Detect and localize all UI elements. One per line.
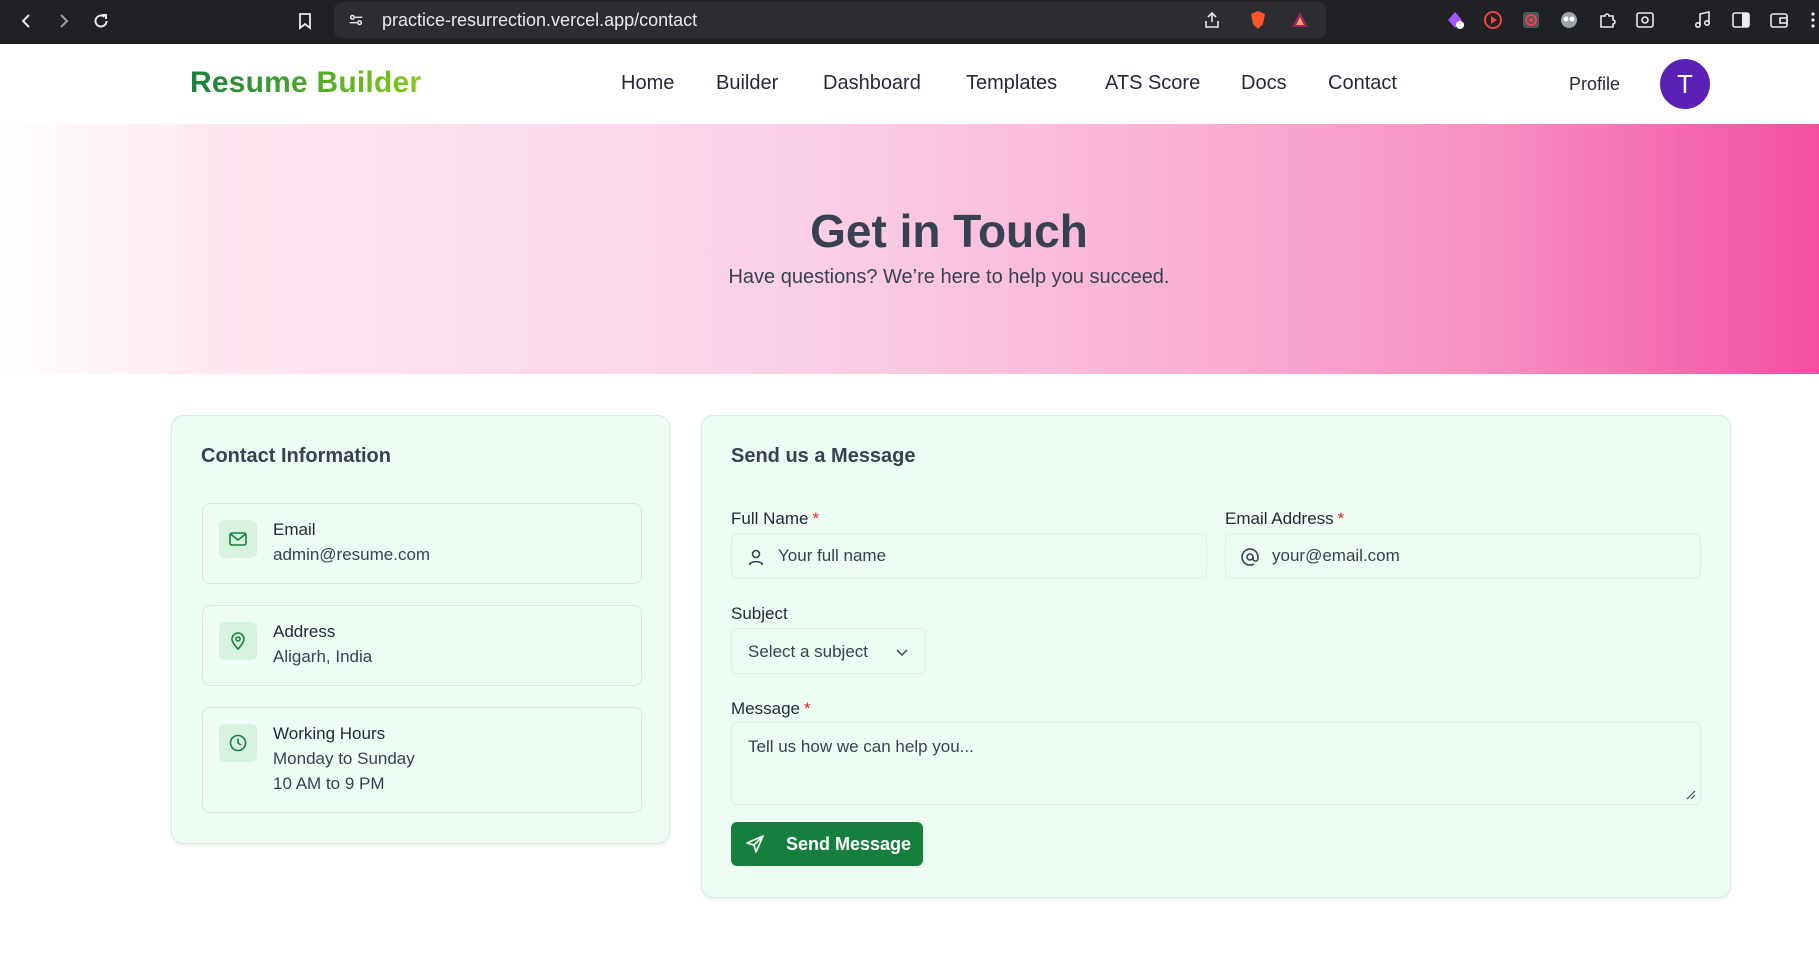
address-value: Aligarh, India (273, 647, 373, 666)
at-sign-icon (1241, 548, 1259, 566)
extension-play-icon[interactable] (1482, 9, 1504, 31)
required-marker: * (803, 699, 811, 718)
url-text[interactable]: practice-resurrection.vercel.app/contact (382, 10, 697, 31)
extensions-puzzle-icon[interactable] (1596, 9, 1618, 31)
wallet-icon[interactable] (1768, 9, 1790, 31)
mail-icon (219, 520, 257, 558)
hours-time: 10 AM to 9 PM (273, 774, 385, 793)
email-placeholder: your@email.com (1272, 546, 1400, 565)
contact-hours-item: Working Hours Monday to Sunday 10 AM to … (202, 707, 642, 813)
contact-info-card: Contact Information Email admin@resume.c… (171, 415, 670, 844)
message-label-text: Message (731, 699, 800, 718)
brave-shield-icon[interactable] (1248, 10, 1268, 30)
profile-link[interactable]: Profile (1569, 74, 1620, 95)
reload-icon (94, 14, 108, 28)
nav-docs[interactable]: Docs (1241, 72, 1287, 95)
contact-email-item: Email admin@resume.com (202, 503, 642, 584)
site-settings-icon[interactable] (346, 10, 366, 30)
clock-icon (219, 724, 257, 762)
media-music-icon[interactable] (1692, 9, 1714, 31)
user-icon (748, 549, 764, 566)
message-form-card: Send us a Message Full Name * Your full n… (701, 415, 1731, 898)
message-placeholder: Tell us how we can help you... (748, 737, 974, 756)
site-logo[interactable]: Resume Builder (190, 66, 421, 100)
address-bar[interactable]: practice-resurrection.vercel.app/contact (334, 2, 1326, 38)
hours-days: Monday to Sunday (273, 749, 415, 768)
screenshot-search-icon[interactable] (1634, 9, 1656, 31)
full-name-label-text: Full Name (731, 509, 809, 528)
email-label: Email (273, 520, 316, 539)
send-icon (746, 835, 764, 853)
bookmark-button[interactable] (290, 6, 320, 36)
brave-rewards-icon[interactable] (1290, 10, 1310, 30)
required-marker: * (1337, 509, 1345, 528)
send-message-button[interactable]: Send Message (731, 822, 923, 866)
address-label: Address (273, 622, 336, 641)
nav-ats-score[interactable]: ATS Score (1105, 72, 1200, 95)
email-value: admin@resume.com (273, 545, 431, 564)
extension-target-icon[interactable] (1520, 9, 1542, 31)
message-textarea[interactable]: Tell us how we can help you... (731, 722, 1701, 805)
email-address-label-text: Email Address (1225, 509, 1334, 528)
browser-toolbar: practice-resurrection.vercel.app/contact (0, 0, 1819, 44)
contact-info-title: Contact Information (201, 445, 391, 467)
email-address-label: Email Address * (1225, 509, 1344, 529)
required-marker: * (812, 509, 820, 528)
chevron-right-icon (60, 14, 69, 28)
chevron-down-icon (896, 649, 908, 657)
contact-address-item: Address Aligarh, India (202, 605, 642, 686)
forward-button[interactable] (48, 6, 78, 36)
map-pin-icon (219, 622, 257, 660)
full-name-label: Full Name * (731, 509, 819, 529)
page-subtitle: Have questions? We’re here to help you s… (728, 266, 1170, 288)
nav-home[interactable]: Home (621, 72, 674, 95)
subject-select[interactable]: Select a subject (731, 628, 926, 674)
full-name-placeholder: Your full name (778, 546, 887, 565)
email-input[interactable]: your@email.com (1225, 533, 1701, 579)
extension-diamond-icon[interactable] (1444, 9, 1466, 31)
site-header: Resume Builder Home Builder Dashboard Te… (0, 44, 1819, 124)
resize-handle-icon[interactable] (1686, 790, 1696, 800)
sidebar-toggle-icon[interactable] (1730, 9, 1752, 31)
bookmark-icon (299, 13, 311, 30)
form-title: Send us a Message (731, 445, 916, 467)
subject-selected-value: Select a subject (748, 642, 869, 661)
nav-dashboard[interactable]: Dashboard (823, 72, 921, 95)
chevron-left-icon (21, 14, 30, 28)
full-name-input[interactable]: Your full name (731, 533, 1207, 579)
nav-contact[interactable]: Contact (1328, 72, 1397, 95)
reload-button[interactable] (86, 6, 116, 36)
extension-owl-icon[interactable] (1558, 9, 1580, 31)
subject-label: Subject (731, 604, 788, 623)
nav-templates[interactable]: Templates (966, 72, 1057, 95)
hours-label: Working Hours (273, 724, 386, 743)
page-title: Get in Touch (810, 205, 1088, 257)
nav-builder[interactable]: Builder (716, 72, 778, 95)
hero-banner: Get in Touch Have questions? We’re here … (0, 124, 1819, 374)
send-message-label: Send Message (786, 834, 912, 854)
share-icon[interactable] (1202, 10, 1222, 30)
avatar[interactable]: T (1660, 59, 1710, 109)
menu-icon[interactable] (1802, 9, 1819, 31)
back-button[interactable] (12, 6, 42, 36)
message-label: Message * (731, 699, 811, 719)
